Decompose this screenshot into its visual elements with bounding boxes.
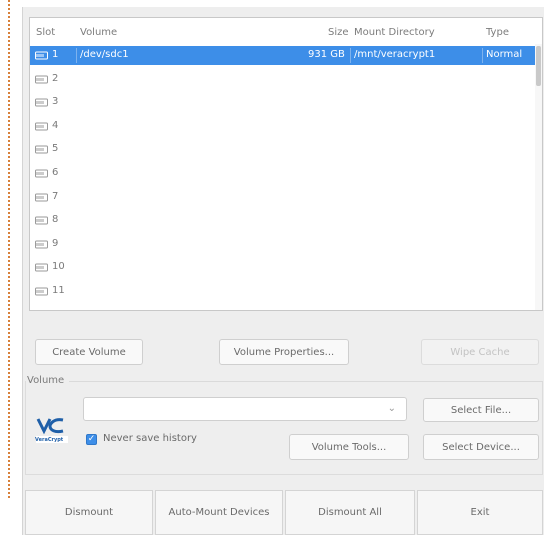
drive-icon [35,193,48,202]
slot-cell: 3 [52,96,59,108]
slot-cell: 2 [52,72,59,84]
wipe-cache-button[interactable]: Wipe Cache [421,339,539,365]
volume-tools-button[interactable]: Volume Tools... [289,434,409,460]
volume-list-row[interactable]: 10 [30,258,542,277]
volume-list-row[interactable]: 7 [30,188,542,207]
volume-group-label: Volume [27,375,65,386]
volume-list-row[interactable]: 9 [30,235,542,254]
volume-list-row[interactable]: 6 [30,164,542,183]
column-separator [350,48,351,63]
volume-cell: /dev/sdc1 [80,49,129,60]
volume-properties-button[interactable]: Volume Properties... [219,339,349,365]
slot-cell: 6 [52,167,59,178]
column-header-volume[interactable]: Volume [80,27,117,38]
drive-icon [35,75,48,84]
column-header-mount-directory[interactable]: Mount Directory [354,27,435,38]
volume-list-row[interactable]: 2 [30,70,542,89]
drive-icon [35,240,48,249]
volume-list-row[interactable]: 8 [30,211,542,230]
veracrypt-main-window: Slot Volume Size Mount Directory Type 1/… [22,7,544,535]
volume-list[interactable]: Slot Volume Size Mount Directory Type 1/… [29,17,543,311]
slot-cell: 4 [52,119,59,131]
drive-icon [35,216,48,225]
type-cell: Normal [486,49,523,60]
never-save-history-label[interactable]: Never save history [103,433,197,444]
dotted-edge-decoration [8,0,10,498]
select-device-button[interactable]: Select Device... [423,434,539,460]
volume-list-row[interactable]: 11 [30,282,542,301]
mount-directory-cell: /mnt/veracrypt1 [354,49,436,60]
drive-icon [35,263,48,272]
volume-group-divider [69,381,543,382]
volume-list-row[interactable]: 5 [30,140,542,159]
never-save-history-checkbox[interactable]: ✓ [86,434,97,445]
drive-icon [35,51,48,60]
slot-cell: 5 [52,143,59,155]
create-volume-button[interactable]: Create Volume [35,339,143,365]
drive-icon [35,98,48,107]
column-separator [482,48,483,63]
slot-cell: 7 [52,190,59,202]
list-scrollbar-thumb[interactable] [536,46,541,86]
slot-cell: 9 [52,237,59,249]
chevron-down-icon[interactable]: ⌄ [388,403,396,414]
drive-icon [35,287,48,296]
auto-mount-devices-button[interactable]: Auto-Mount Devices [155,490,283,535]
list-header: Slot Volume Size Mount Directory Type [30,18,542,44]
volume-list-row[interactable]: 3 [30,93,542,112]
volume-list-row[interactable]: 4 [30,117,542,136]
dismount-all-button[interactable]: Dismount All [285,490,415,535]
checkmark-icon: ✓ [87,434,96,444]
column-header-slot[interactable]: Slot [36,27,55,38]
dismount-button[interactable]: Dismount [25,490,153,535]
veracrypt-logo: VeraCrypt [35,417,69,447]
drive-icon [35,169,48,178]
drive-icon [35,122,48,131]
column-header-type[interactable]: Type [486,27,509,38]
size-cell: 931 GB [308,49,345,60]
slot-cell: 8 [52,214,59,226]
column-header-size[interactable]: Size [328,27,349,38]
logo-wordmark: VeraCrypt [35,437,64,443]
slot-cell: 10 [52,261,65,273]
volume-list-row[interactable]: 1/dev/sdc1 931 GB/mnt/veracrypt1 Normal [30,46,542,65]
exit-button[interactable]: Exit [417,490,543,535]
volume-group-box [25,381,543,475]
column-separator [76,48,77,63]
drive-icon [35,145,48,154]
slot-cell: 11 [52,285,65,296]
select-file-button[interactable]: Select File... [423,398,539,422]
slot-cell: 1 [52,49,59,60]
volume-path-combobox[interactable]: ⌄ [83,397,407,421]
